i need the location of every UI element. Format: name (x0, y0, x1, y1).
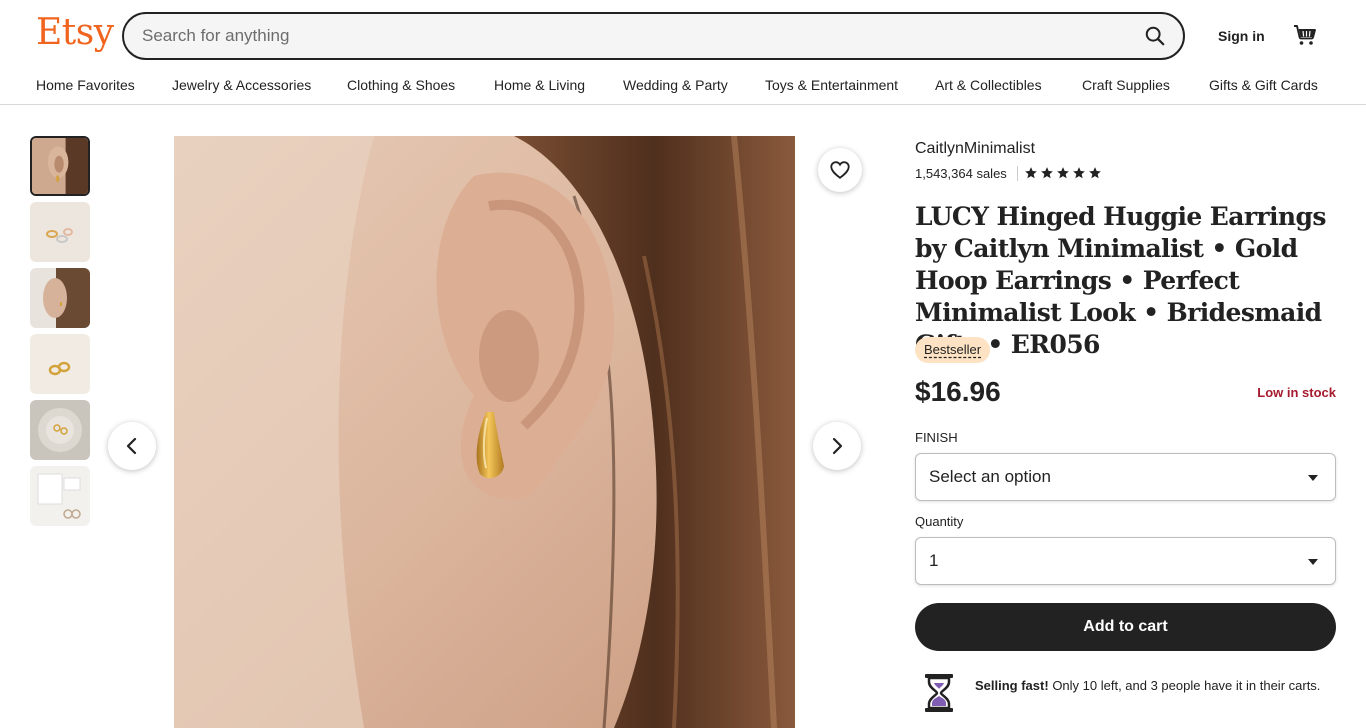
thumbnail-1[interactable] (30, 136, 90, 196)
sales-count: 1,543,364 sales (915, 166, 1007, 181)
sign-in-link[interactable]: Sign in (1210, 24, 1273, 48)
nav-item-craft-supplies[interactable]: Craft Supplies (1082, 72, 1170, 98)
add-to-cart-button[interactable]: Add to cart (915, 603, 1336, 651)
search-input[interactable] (142, 14, 1122, 58)
search-bar (122, 12, 1185, 60)
nav-item-clothing-shoes[interactable]: Clothing & Shoes (347, 72, 455, 98)
thumbnail-6[interactable] (30, 466, 90, 526)
chevron-right-icon (832, 437, 843, 455)
star-icon (1041, 167, 1053, 179)
search-icon (1145, 26, 1165, 46)
nav-item-toys-entertainment[interactable]: Toys & Entertainment (765, 72, 898, 98)
search-button[interactable] (1139, 20, 1171, 52)
nav-item-gifts-gift-cards[interactable]: Gifts & Gift Cards (1209, 72, 1318, 98)
finish-select-value: Select an option (929, 467, 1051, 486)
gold-huggies-thumbnail (30, 334, 90, 394)
selling-fast-message: Selling fast! Only 10 left, and 3 people… (975, 677, 1325, 695)
star-icon (1073, 167, 1085, 179)
caret-down-icon (1308, 559, 1318, 565)
cart-icon (1294, 25, 1316, 45)
hourglass-icon (925, 674, 953, 712)
rating-stars[interactable] (1024, 164, 1102, 182)
nav-item-art-collectibles[interactable]: Art & Collectibles (935, 72, 1042, 98)
star-icon (1089, 167, 1101, 179)
thumbnail-4[interactable] (30, 334, 90, 394)
earrings-flatlay-thumbnail (30, 202, 90, 262)
finish-label: FINISH (915, 430, 958, 445)
thumbnail-2[interactable] (30, 202, 90, 262)
nav-item-wedding-party[interactable]: Wedding & Party (623, 72, 728, 98)
price: $16.96 (915, 376, 1001, 407)
ear-closeup-photo (174, 136, 795, 728)
chevron-left-icon (126, 437, 137, 455)
stock-status: Low in stock (1257, 385, 1336, 400)
nav-item-home-living[interactable]: Home & Living (494, 72, 585, 98)
model-photo-thumbnail (30, 268, 90, 328)
etsy-logo[interactable]: Etsy (36, 12, 114, 53)
star-icon (1057, 167, 1069, 179)
site-header: Etsy Sign in Home Favorites Jewelry & Ac… (0, 0, 1366, 105)
thumbnail-5[interactable] (30, 400, 90, 460)
favorite-button[interactable] (818, 148, 862, 192)
heart-icon (830, 161, 850, 179)
bestseller-badge[interactable]: Bestseller (915, 337, 991, 363)
earrings-dish-thumbnail (30, 400, 90, 460)
quantity-label: Quantity (915, 514, 964, 529)
ear-photo-thumbnail (32, 138, 88, 194)
divider (1017, 166, 1018, 181)
nav-item-jewelry-accessories[interactable]: Jewelry & Accessories (172, 72, 311, 98)
nav-item-home-favorites[interactable]: Home Favorites (36, 72, 135, 98)
main-listing-image[interactable] (174, 136, 795, 728)
caret-down-icon (1308, 475, 1318, 481)
finish-select[interactable]: Select an option (915, 453, 1336, 501)
category-nav: Home Favorites Jewelry & Accessories Clo… (0, 72, 1366, 98)
shop-name-link[interactable]: CaitlynMinimalist (915, 139, 1035, 159)
selling-fast-text: Only 10 left, and 3 people have it in th… (1052, 678, 1321, 693)
packaging-thumbnail (30, 466, 90, 526)
quantity-select-value: 1 (929, 551, 939, 570)
thumbnail-3[interactable] (30, 268, 90, 328)
next-image-button[interactable] (813, 422, 861, 470)
star-icon (1025, 167, 1037, 179)
quantity-select[interactable]: 1 (915, 537, 1336, 585)
cart-button[interactable] (1291, 20, 1319, 50)
selling-fast-label: Selling fast! (975, 678, 1049, 693)
previous-image-button[interactable] (108, 422, 156, 470)
